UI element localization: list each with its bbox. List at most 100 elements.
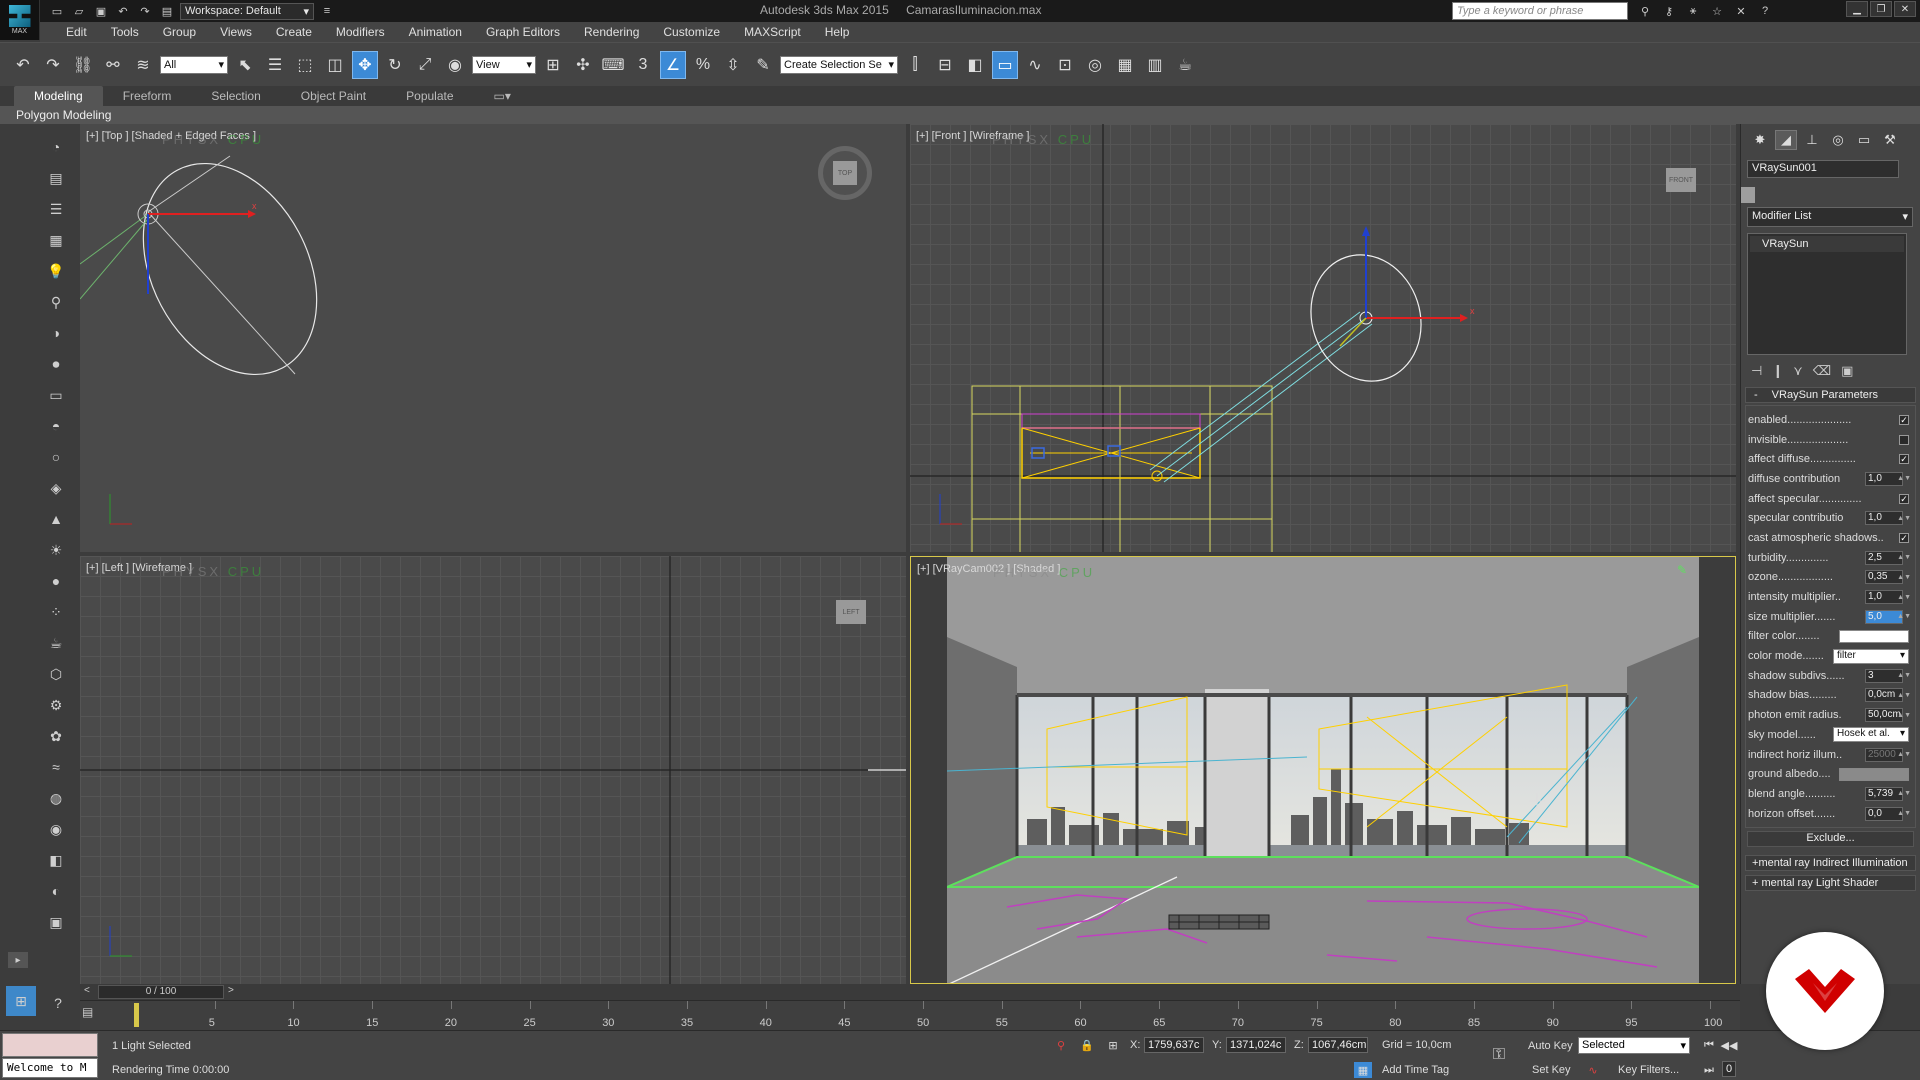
param-color-swatch[interactable] xyxy=(1839,629,1909,643)
camera-icon[interactable]: ◔ xyxy=(44,136,68,158)
menu-modifiers[interactable]: Modifiers xyxy=(324,25,397,39)
modifier-list-dropdown[interactable]: Modifier List ▾ xyxy=(1747,207,1913,227)
hemisphere-icon[interactable]: ◓ xyxy=(44,415,68,437)
layer-manager-icon[interactable]: ◧ xyxy=(962,51,988,79)
z-coordinate-field[interactable]: 1067,46cm xyxy=(1308,1037,1368,1053)
selection-filter-dropdown[interactable]: All ▾ xyxy=(160,55,228,74)
undo-icon[interactable]: ↶ xyxy=(10,51,36,79)
spinner-arrows-icon[interactable]: ▲▼ xyxy=(1897,515,1911,522)
next-frame-icon[interactable]: > xyxy=(228,985,234,996)
schematic-view-icon[interactable]: ⊡ xyxy=(1052,51,1078,79)
redo-icon[interactable]: ↷ xyxy=(136,2,154,20)
restore-icon[interactable]: ❐ xyxy=(1870,1,1892,17)
tab-selection[interactable]: Selection xyxy=(191,86,280,106)
select-and-move-icon[interactable]: ✥ xyxy=(352,50,378,79)
spinner-arrows-icon[interactable]: ▲▼ xyxy=(1897,810,1911,817)
geosphere-icon[interactable]: ⬡ xyxy=(44,663,68,685)
gear-icon[interactable]: ⚙ xyxy=(44,694,68,716)
scene-explorer-icon[interactable]: ▤ xyxy=(44,167,68,189)
list-icon[interactable]: ☰ xyxy=(44,198,68,220)
ribbon-panel-label[interactable]: Polygon Modeling xyxy=(0,106,1920,124)
sphere-icon[interactable]: ○ xyxy=(44,446,68,468)
maxscript-listener[interactable]: Welcome to M xyxy=(2,1058,98,1078)
prev-frame-icon[interactable]: < xyxy=(84,985,90,996)
select-and-scale-icon[interactable]: ⤢ xyxy=(412,51,438,79)
menu-animation[interactable]: Animation xyxy=(397,25,474,39)
time-tag-icon[interactable]: ▦ xyxy=(1354,1062,1372,1078)
display-tab-icon[interactable]: ▭ xyxy=(1853,130,1875,150)
param-checkbox[interactable]: ✓ xyxy=(1899,493,1909,504)
angle-snap-icon[interactable]: ∠ xyxy=(660,50,686,79)
cloth-icon[interactable]: ◍ xyxy=(44,787,68,809)
vraysun-parameters-rollout[interactable]: - VRaySun Parameters xyxy=(1745,387,1916,403)
select-object-icon[interactable]: ⬉ xyxy=(232,51,258,79)
select-and-place-icon[interactable]: ◉ xyxy=(442,51,468,79)
viewport-top[interactable]: [+] [Top ] [Shaded + Edged Faces ] PHYSX… xyxy=(80,124,906,552)
rollout-mental-ray-shader[interactable]: + mental ray Light Shader xyxy=(1745,875,1916,892)
exclude-button[interactable]: Exclude... xyxy=(1747,831,1914,848)
teapot-icon[interactable]: ☕ xyxy=(44,632,68,654)
key-filters-button[interactable]: Key Filters... xyxy=(1618,1064,1679,1076)
viewport-left[interactable]: [+] [Left ] [Wireframe ] PHYSX CPU LEFT xyxy=(80,556,906,984)
add-time-tag[interactable]: Add Time Tag xyxy=(1382,1064,1449,1076)
show-end-result-icon[interactable]: ❙ xyxy=(1772,363,1783,379)
toggle-ribbon-icon[interactable]: ▭ xyxy=(992,50,1018,79)
menu-help[interactable]: Help xyxy=(813,25,862,39)
plant-icon[interactable]: ✿ xyxy=(44,725,68,747)
particles-icon[interactable]: ⁘ xyxy=(44,601,68,623)
spinner-arrows-icon[interactable]: ▲▼ xyxy=(1897,475,1911,482)
search-input[interactable]: Type a keyword or phrase xyxy=(1452,2,1628,20)
material-editor-icon[interactable]: ◎ xyxy=(1082,51,1108,79)
tab-populate[interactable]: Populate xyxy=(386,86,473,106)
workspace-dropdown[interactable]: Workspace: Default ▾ xyxy=(180,2,314,20)
tab-object-paint[interactable]: Object Paint xyxy=(281,86,386,106)
blue-sphere-icon[interactable]: ◉ xyxy=(44,818,68,840)
object-name-field[interactable]: VRaySun001 xyxy=(1747,160,1899,178)
menu-edit[interactable]: Edit xyxy=(54,25,99,39)
stack-item-vraysun[interactable]: VRaySun xyxy=(1750,236,1904,252)
pin-stack-icon[interactable]: ⊣ xyxy=(1751,363,1762,379)
viewport-camera[interactable]: [+] [VRayCam002 ] [Shaded ] PHYSX CPU ✎ xyxy=(910,556,1736,984)
manipulate-icon[interactable]: ✣ xyxy=(570,51,596,79)
sun-icon[interactable]: ☀ xyxy=(44,539,68,561)
x-coordinate-field[interactable]: 1759,637c xyxy=(1144,1037,1204,1053)
spinner-snap-icon[interactable]: ⇳ xyxy=(720,51,746,79)
maxscript-listener-top[interactable] xyxy=(2,1033,98,1057)
select-and-rotate-icon[interactable]: ↻ xyxy=(382,51,408,79)
spinner-arrows-icon[interactable]: ▲▼ xyxy=(1897,692,1911,699)
menu-rendering[interactable]: Rendering xyxy=(572,25,651,39)
isolate-icon[interactable]: ⚲ xyxy=(1052,1037,1070,1053)
param-checkbox[interactable]: ✓ xyxy=(1899,414,1909,425)
spinner-arrows-icon[interactable]: ▲▼ xyxy=(1897,751,1911,758)
current-frame-field[interactable]: 0 xyxy=(1722,1061,1736,1077)
render-setup-icon[interactable]: ▦ xyxy=(1112,51,1138,79)
key-icon[interactable]: ⚿ xyxy=(1490,1046,1508,1063)
motion-tab-icon[interactable]: ◎ xyxy=(1827,130,1849,150)
curve-editor-icon[interactable]: ∿ xyxy=(1022,51,1048,79)
param-dropdown[interactable]: Hosek et al. ▾ xyxy=(1833,727,1909,743)
go-to-start-icon[interactable]: ⏮ xyxy=(1700,1037,1718,1053)
exchange-icon[interactable]: ✕ xyxy=(1732,2,1750,20)
mirror-icon[interactable]: ⫿ xyxy=(902,51,928,79)
menu-group[interactable]: Group xyxy=(151,25,208,39)
param-color-swatch[interactable] xyxy=(1839,767,1909,781)
close-icon[interactable]: ✕ xyxy=(1894,1,1916,17)
docs-icon[interactable]: ▣ xyxy=(44,911,68,933)
y-coordinate-field[interactable]: 1371,024c xyxy=(1226,1037,1286,1053)
mini-curve-editor-icon[interactable]: ▤ xyxy=(82,1005,98,1021)
menu-views[interactable]: Views xyxy=(208,25,264,39)
time-slider[interactable]: < 0 / 100 > xyxy=(80,984,1740,1000)
configure-sets-icon[interactable]: ▣ xyxy=(1841,363,1853,379)
spinner-arrows-icon[interactable]: ▲▼ xyxy=(1897,712,1911,719)
menu-maxscript[interactable]: MAXScript xyxy=(732,25,813,39)
undo-icon[interactable]: ↶ xyxy=(114,2,132,20)
open-file-icon[interactable]: ▱ xyxy=(70,2,88,20)
time-slider-thumb[interactable]: 0 / 100 xyxy=(98,985,224,999)
tab-modeling[interactable]: Modeling xyxy=(14,86,103,106)
utilities-tab-icon[interactable]: ⚒ xyxy=(1879,130,1901,150)
spinner-arrows-icon[interactable]: ▲▼ xyxy=(1897,594,1911,601)
viewport-front[interactable]: [+] [Front ] [Wireframe ] PHYSX CPU x FR… xyxy=(910,124,1736,552)
modifier-stack[interactable]: VRaySun xyxy=(1747,233,1907,355)
previous-key-icon[interactable]: ◀◀ xyxy=(1720,1037,1738,1053)
object-color-swatch[interactable] xyxy=(1741,187,1755,203)
